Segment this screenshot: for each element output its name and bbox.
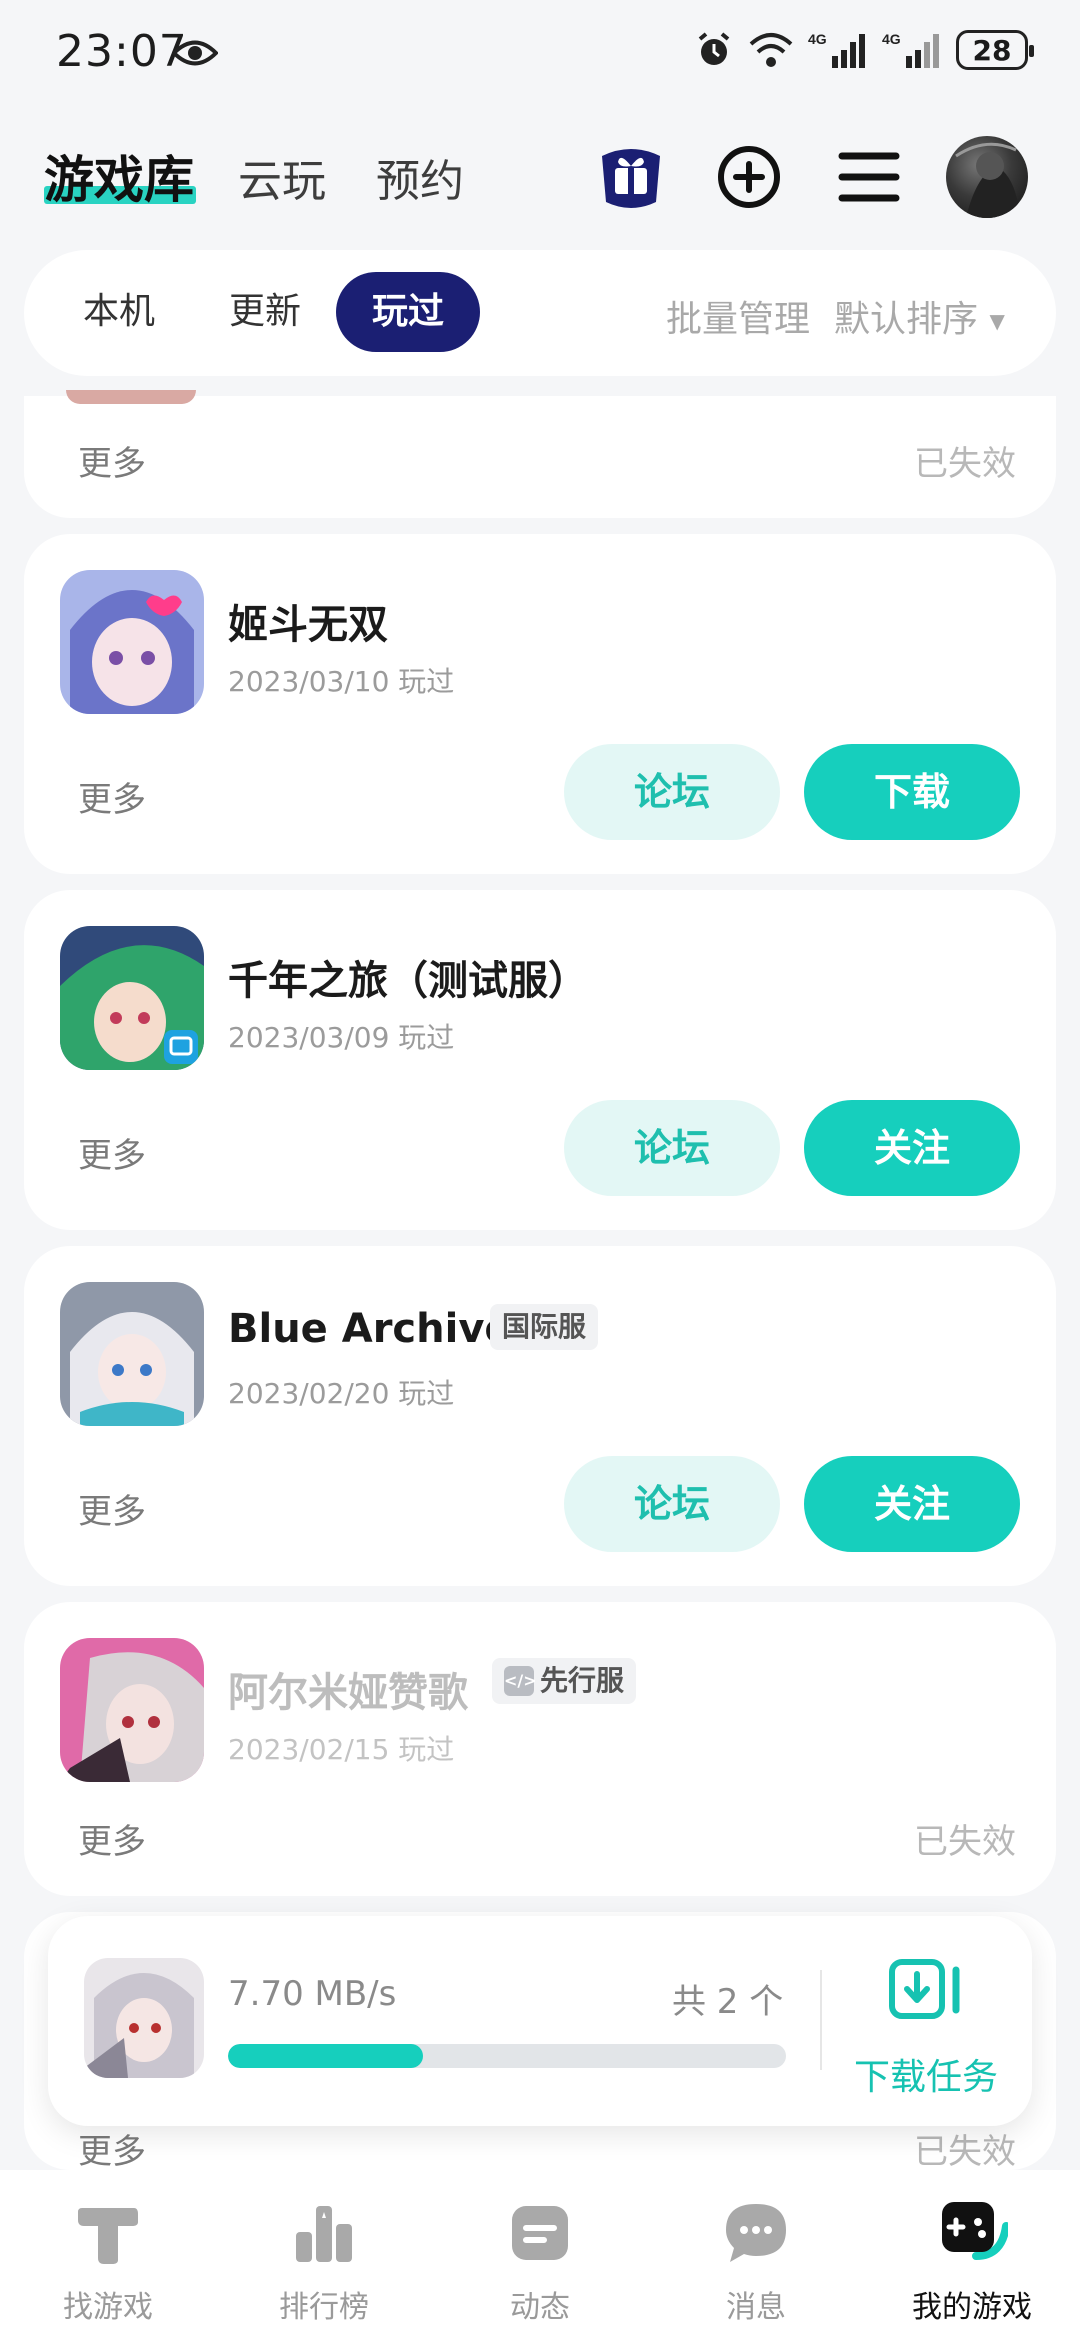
status-icons: 4G 4G 28 bbox=[694, 30, 1034, 70]
menu-icon[interactable] bbox=[832, 140, 906, 214]
filter-chip-updates[interactable]: 更新 bbox=[210, 272, 320, 352]
game-icon[interactable] bbox=[60, 1282, 204, 1426]
filter-chip-played[interactable]: 玩过 bbox=[336, 272, 480, 352]
filter-chip-local[interactable]: 本机 bbox=[64, 272, 174, 352]
feed-icon bbox=[512, 2206, 568, 2260]
battery-icon: 28 bbox=[956, 30, 1034, 70]
follow-button[interactable]: 关注 bbox=[804, 1100, 1020, 1196]
server-tag: 国际服 bbox=[490, 1304, 599, 1350]
caret-down-icon: ▼ bbox=[989, 309, 1005, 333]
more-button[interactable]: 更多 bbox=[78, 1128, 146, 1177]
sort-label: 默认排序 bbox=[834, 299, 979, 340]
game-artwork bbox=[60, 926, 204, 1070]
server-tag: </> 先行服 bbox=[492, 1658, 637, 1704]
more-button[interactable]: 更多 bbox=[78, 1814, 146, 1863]
more-button[interactable]: 更多 bbox=[78, 772, 146, 821]
game-icon[interactable] bbox=[60, 926, 204, 1070]
nav-my-games[interactable]: 我的游戏 bbox=[864, 2196, 1080, 2326]
add-icon[interactable] bbox=[712, 140, 786, 214]
signal-icon: 4G bbox=[808, 31, 865, 68]
downloading-game-icon bbox=[84, 1958, 204, 2078]
game-artwork bbox=[60, 1282, 204, 1426]
game-artwork bbox=[60, 570, 204, 714]
nav-label: 我的游戏 bbox=[912, 2290, 1032, 2325]
game-card bbox=[24, 396, 1056, 518]
follow-button[interactable]: 关注 bbox=[804, 1456, 1020, 1552]
download-task-button[interactable]: 下载任务 bbox=[854, 2048, 998, 2100]
played-date: 2023/02/15 玩过 bbox=[228, 1733, 455, 1766]
game-icon[interactable] bbox=[60, 570, 204, 714]
download-progress-bar bbox=[228, 2044, 786, 2068]
download-progress-fill bbox=[228, 2044, 424, 2068]
forum-button[interactable]: 论坛 bbox=[564, 1100, 780, 1196]
game-icon[interactable] bbox=[60, 1638, 204, 1782]
avatar[interactable] bbox=[946, 136, 1028, 218]
expired-status: 已失效 bbox=[914, 444, 1016, 484]
expired-status: 已失效 bbox=[914, 1822, 1016, 1862]
tab-reservation[interactable]: 预约 bbox=[376, 145, 464, 209]
message-icon bbox=[726, 2204, 786, 2262]
game-artwork bbox=[60, 1638, 204, 1782]
more-button[interactable]: 更多 bbox=[78, 1484, 146, 1533]
played-date: 2023/03/09 玩过 bbox=[228, 1021, 455, 1054]
gift-icon[interactable] bbox=[594, 140, 668, 214]
game-title[interactable]: 千年之旅（测试服） bbox=[228, 948, 588, 1006]
code-icon: </> bbox=[504, 1666, 537, 1696]
avatar-image bbox=[955, 142, 1020, 218]
download-task-icon[interactable] bbox=[888, 1958, 968, 2024]
server-tag-label: 先行服 bbox=[540, 1664, 625, 1697]
nav-label: 消息 bbox=[726, 2290, 786, 2325]
network-type-label: 4G bbox=[882, 31, 901, 47]
download-count: 共 2 个 bbox=[672, 1982, 784, 2022]
game-artwork bbox=[84, 1958, 204, 2078]
played-date: 2023/02/20 玩过 bbox=[228, 1377, 455, 1410]
game-title[interactable]: 阿尔米娅赞歌 bbox=[228, 1660, 468, 1718]
eye-icon bbox=[172, 40, 218, 66]
nav-label: 找游戏 bbox=[63, 2290, 153, 2325]
nav-label: 动态 bbox=[510, 2290, 570, 2325]
nav-find-game[interactable]: 找游戏 bbox=[0, 2196, 216, 2326]
tab-game-library[interactable]: 游戏库 bbox=[44, 140, 194, 212]
alarm-icon bbox=[698, 32, 730, 65]
download-speed: 7.70 MB/s bbox=[228, 1974, 397, 2014]
more-button[interactable]: 更多 bbox=[78, 436, 146, 485]
status-time: 23:07 bbox=[56, 26, 188, 77]
network-type-label: 4G bbox=[808, 31, 827, 47]
download-button[interactable]: 下载 bbox=[804, 744, 1020, 840]
nav-label: 排行榜 bbox=[279, 2290, 369, 2325]
my-games-icon bbox=[942, 2202, 1010, 2260]
batch-manage-button[interactable]: 批量管理 bbox=[666, 290, 810, 342]
find-game-icon bbox=[78, 2208, 138, 2264]
game-icon-partial bbox=[66, 390, 196, 404]
game-title[interactable]: Blue Archive bbox=[228, 1306, 512, 1352]
signal-icon: 4G bbox=[882, 31, 939, 68]
forum-button[interactable]: 论坛 bbox=[564, 744, 780, 840]
expired-status: 已失效 bbox=[914, 2132, 1016, 2172]
battery-level: 28 bbox=[972, 33, 1012, 67]
more-button[interactable]: 更多 bbox=[78, 2124, 146, 2173]
sort-dropdown[interactable]: 默认排序 ▼ bbox=[834, 290, 1005, 342]
forum-button[interactable]: 论坛 bbox=[564, 1456, 780, 1552]
nav-messages[interactable]: 消息 bbox=[648, 2196, 864, 2326]
tab-cloud-play[interactable]: 云玩 bbox=[238, 145, 326, 209]
wifi-icon bbox=[749, 33, 793, 67]
nav-ranking[interactable]: 排行榜 bbox=[216, 2196, 432, 2326]
ranking-icon bbox=[296, 2206, 352, 2262]
divider bbox=[820, 1970, 822, 2070]
played-date: 2023/03/10 玩过 bbox=[228, 665, 455, 698]
nav-feed[interactable]: 动态 bbox=[432, 2196, 648, 2326]
game-title[interactable]: 姬斗无双 bbox=[228, 592, 388, 650]
